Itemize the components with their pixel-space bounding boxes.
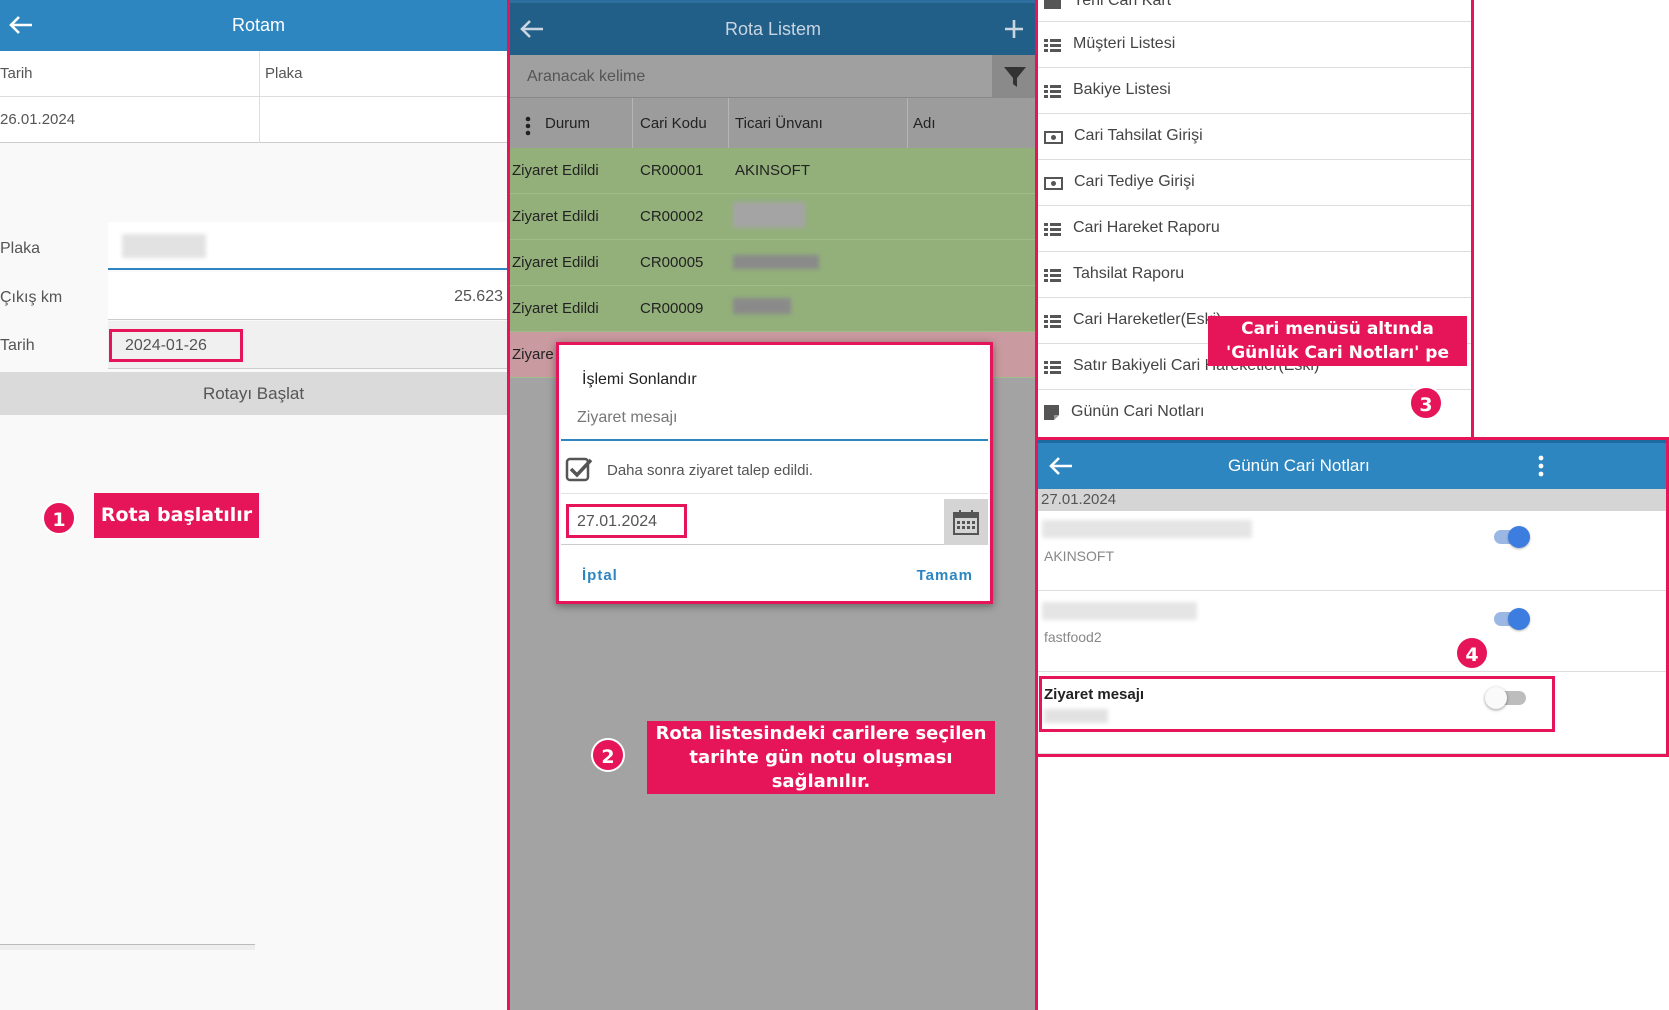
- cikis-km-input[interactable]: 25.623: [108, 272, 507, 320]
- column-header-ticari-unvan[interactable]: Ticari Ünvanı: [735, 115, 823, 132]
- step-number-badge: 3: [1409, 386, 1443, 420]
- cikis-km-label: Çıkış km: [0, 289, 63, 306]
- header-bar: Rotam: [0, 0, 507, 51]
- date-section-header: 27.01.2024: [1038, 489, 1666, 511]
- column-header-adi[interactable]: Adı: [913, 115, 936, 132]
- more-vert-icon[interactable]: [1538, 455, 1544, 477]
- ok-button[interactable]: Tamam: [917, 567, 973, 584]
- step-number-badge: 2: [591, 738, 625, 772]
- gunun-cari-notlari-screen: Günün Cari Notları 27.01.2024 AKINSOFT f…: [1038, 437, 1669, 757]
- list-icon: [1044, 361, 1061, 374]
- more-vert-icon[interactable]: [525, 116, 531, 136]
- menu-item-bakiye-listesi[interactable]: Bakiye Listesi: [1038, 68, 1471, 114]
- menu-item-cari-hareket-raporu[interactable]: Cari Hareket Raporu: [1038, 206, 1471, 252]
- note-subtitle: AKINSOFT: [1044, 548, 1115, 564]
- note-item[interactable]: AKINSOFT: [1038, 511, 1666, 591]
- table-header: Tarih Plaka: [0, 51, 507, 97]
- cancel-button[interactable]: İptal: [582, 567, 618, 584]
- page-title: Rotam: [232, 15, 286, 35]
- page-title: Günün Cari Notları: [1228, 456, 1370, 475]
- column-header-plaka: Plaka: [265, 65, 303, 82]
- start-route-button[interactable]: Rotayı Başlat: [0, 372, 507, 415]
- search-input[interactable]: Aranacak kelime: [510, 55, 992, 98]
- checkbox-checked-icon: [565, 457, 593, 482]
- table-row[interactable]: 26.01.2024: [0, 97, 507, 143]
- header-bar: Rota Listem: [510, 0, 1035, 55]
- list-icon: [1044, 315, 1061, 328]
- menu-item-cari-tahsilat[interactable]: Cari Tahsilat Girişi: [1038, 114, 1471, 160]
- rota-listem-screen: Rota Listem Aranacak kelime Durum Cari K…: [507, 0, 1038, 1010]
- filter-button[interactable]: [992, 55, 1035, 98]
- add-icon[interactable]: [1003, 18, 1025, 40]
- annotation-label: Rota başlatılır: [94, 493, 259, 538]
- visit-message-input[interactable]: Ziyaret mesajı: [561, 395, 988, 441]
- header-bar: Günün Cari Notları: [1038, 440, 1666, 489]
- new-card-icon: [1044, 0, 1061, 9]
- page-title: Rota Listem: [725, 19, 822, 39]
- menu-item-musteri-listesi[interactable]: Müşteri Listesi: [1038, 22, 1471, 68]
- column-header-tarih: Tarih: [0, 65, 33, 82]
- row-tarih: 26.01.2024: [0, 111, 76, 128]
- menu-item-new-cari[interactable]: Yeni Cari Kart: [1038, 0, 1471, 22]
- list-icon: [1044, 39, 1061, 52]
- highlight-box: [1039, 676, 1555, 732]
- calendar-icon: [953, 510, 979, 535]
- end-process-dialog: İşlemi Sonlandır Ziyaret mesajı Daha son…: [556, 342, 993, 604]
- dialog-title: İşlemi Sonlandır: [582, 371, 697, 388]
- checkbox-label: Daha sonra ziyaret talep edildi.: [607, 462, 813, 479]
- cari-menu-screen: Yeni Cari Kart Müşteri Listesi Bakiye Li…: [1038, 0, 1474, 437]
- list-icon: [1044, 85, 1061, 98]
- step-number-badge: 1: [42, 501, 76, 535]
- table-row[interactable]: Ziyaret Edildi CR00005: [510, 240, 1035, 286]
- note-icon: [1044, 405, 1059, 420]
- step-number-badge: 4: [1455, 636, 1489, 670]
- table-row[interactable]: Ziyaret Edildi CR00002: [510, 194, 1035, 240]
- plaka-input[interactable]: [108, 222, 507, 270]
- menu-item-tahsilat-raporu[interactable]: Tahsilat Raporu: [1038, 252, 1471, 298]
- back-arrow-icon[interactable]: [8, 15, 34, 35]
- note-item[interactable]: fastfood2: [1038, 592, 1666, 672]
- calendar-button[interactable]: [944, 499, 988, 545]
- money-icon: [1044, 177, 1063, 190]
- list-icon: [1044, 223, 1061, 236]
- bottom-strip: [0, 944, 255, 950]
- column-header-cari-kodu[interactable]: Cari Kodu: [640, 115, 707, 132]
- money-icon: [1044, 131, 1063, 144]
- later-visit-checkbox[interactable]: Daha sonra ziyaret talep edildi.: [561, 448, 988, 494]
- rotam-screen: Rotam Tarih Plaka 26.01.2024 Plaka Çıkış…: [0, 0, 507, 1010]
- menu-item-gunun-cari-notlari[interactable]: Günün Cari Notları: [1038, 390, 1471, 436]
- list-icon: [1044, 269, 1061, 282]
- back-arrow-icon[interactable]: [519, 19, 545, 39]
- annotation-label: Rota listesindeki carilere seçilen tarih…: [647, 721, 995, 794]
- highlight-box: [566, 504, 687, 538]
- table-row[interactable]: Ziyaret Edildi CR00009: [510, 286, 1035, 332]
- column-header-durum[interactable]: Durum: [545, 115, 590, 132]
- table-header: Durum Cari Kodu Ticari Ünvanı Adı: [510, 98, 1035, 148]
- highlight-box: [109, 329, 243, 362]
- tarih-label: Tarih: [0, 337, 35, 354]
- table-row[interactable]: Ziyaret Edildi CR00001 AKINSOFT: [510, 148, 1035, 194]
- back-arrow-icon[interactable]: [1048, 456, 1074, 476]
- filter-icon: [1004, 67, 1026, 87]
- annotation-label: Cari menüsü altında 'Günlük Cari Notları…: [1208, 316, 1467, 366]
- menu-item-cari-tediye[interactable]: Cari Tediye Girişi: [1038, 160, 1471, 206]
- plaka-label: Plaka: [0, 240, 41, 257]
- note-subtitle: fastfood2: [1044, 629, 1102, 645]
